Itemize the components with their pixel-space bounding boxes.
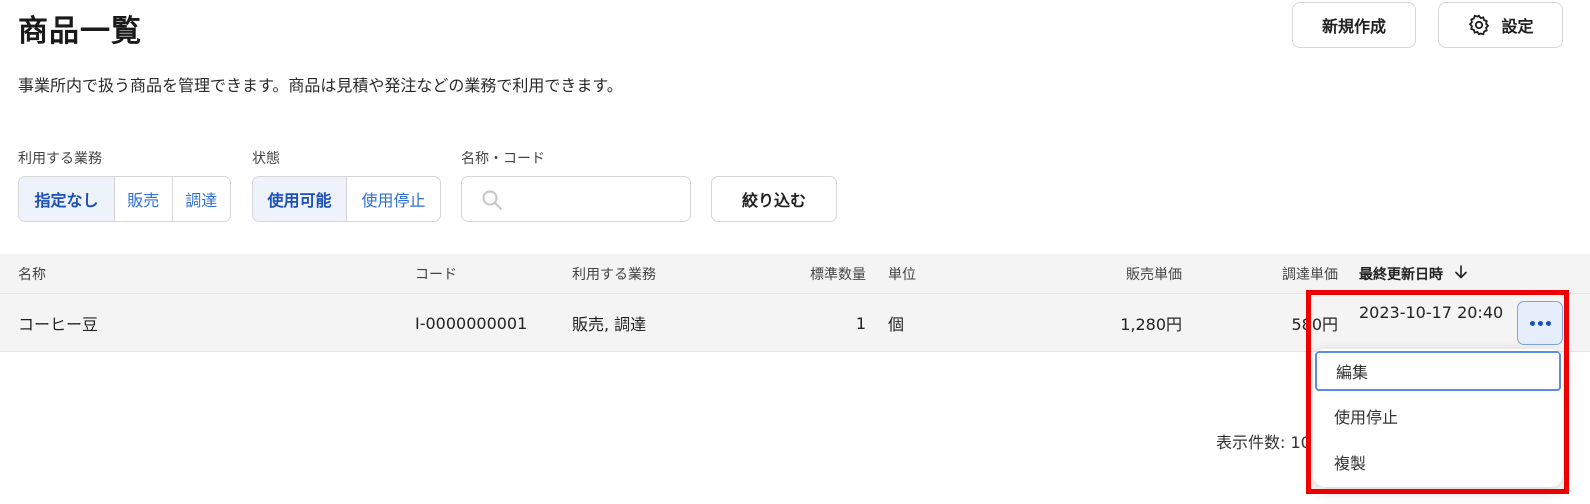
- cell-quantity: 1: [855, 313, 866, 333]
- business-filter-label: 利用する業務: [18, 151, 102, 167]
- name-code-search-input[interactable]: [461, 176, 691, 222]
- settings-label: 設定: [1501, 17, 1534, 36]
- business-option-sales[interactable]: 販売: [114, 177, 172, 221]
- table-header: 名称 コード 利用する業務 標準数量 単位 販売単価 調達単価 最終更新日時: [0, 254, 1590, 294]
- name-code-filter-label: 名称・コード: [461, 151, 545, 167]
- business-filter-group: 指定なし 販売 調達: [18, 176, 231, 222]
- menu-item-edit[interactable]: 編集: [1315, 351, 1561, 391]
- cell-sale-price: 1,280円: [1120, 315, 1182, 334]
- cell-purchase-price: 580円: [1291, 315, 1338, 334]
- page-size-label[interactable]: 表示件数: 10: [1216, 429, 1311, 453]
- col-quantity[interactable]: 標準数量: [760, 254, 866, 294]
- gear-icon: [1467, 13, 1491, 37]
- more-dot-icon: [1537, 320, 1543, 326]
- cell-code: I-0000000001: [415, 313, 528, 333]
- business-option-none[interactable]: 指定なし: [19, 177, 114, 221]
- row-more-button[interactable]: [1517, 301, 1563, 345]
- status-filter-label: 状態: [252, 151, 280, 167]
- more-dot-icon: [1529, 320, 1535, 326]
- settings-button[interactable]: 設定: [1438, 2, 1563, 48]
- business-option-purchase[interactable]: 調達: [171, 177, 230, 221]
- status-filter-group: 使用可能 使用停止: [252, 176, 441, 222]
- page-title: 商品一覧: [18, 14, 142, 49]
- search-icon: [480, 188, 504, 212]
- cell-updated-at: 2023-10-17 20:40: [1359, 303, 1504, 322]
- col-code[interactable]: コード: [415, 254, 457, 294]
- page-description: 事業所内で扱う商品を管理できます。商品は見積や発注などの業務で利用できます。: [18, 76, 623, 95]
- status-option-active[interactable]: 使用可能: [253, 177, 346, 221]
- col-unit[interactable]: 単位: [888, 254, 916, 294]
- cell-business: 販売, 調達: [572, 315, 647, 334]
- col-purchase-price[interactable]: 調達単価: [1220, 254, 1338, 294]
- menu-item-duplicate[interactable]: 複製: [1313, 441, 1563, 483]
- arrow-down-icon: [1453, 264, 1469, 284]
- menu-item-suspend[interactable]: 使用停止: [1313, 395, 1563, 437]
- col-updated-at[interactable]: 最終更新日時: [1359, 254, 1469, 294]
- col-updated-at-label: 最終更新日時: [1359, 267, 1443, 283]
- new-item-button[interactable]: 新規作成: [1292, 2, 1416, 48]
- col-name[interactable]: 名称: [18, 254, 46, 294]
- cell-name: コーヒー豆: [18, 315, 99, 334]
- cell-unit: 個: [888, 315, 905, 334]
- more-dot-icon: [1545, 320, 1551, 326]
- col-sale-price[interactable]: 販売単価: [1060, 254, 1182, 294]
- apply-filter-button[interactable]: 絞り込む: [711, 176, 837, 222]
- row-action-menu: 編集 使用停止 複製: [1313, 349, 1563, 487]
- col-business[interactable]: 利用する業務: [572, 254, 656, 294]
- status-option-suspended[interactable]: 使用停止: [346, 177, 440, 221]
- table-row[interactable]: コーヒー豆 I-0000000001 販売, 調達 1 個 1,280円 580…: [0, 294, 1590, 352]
